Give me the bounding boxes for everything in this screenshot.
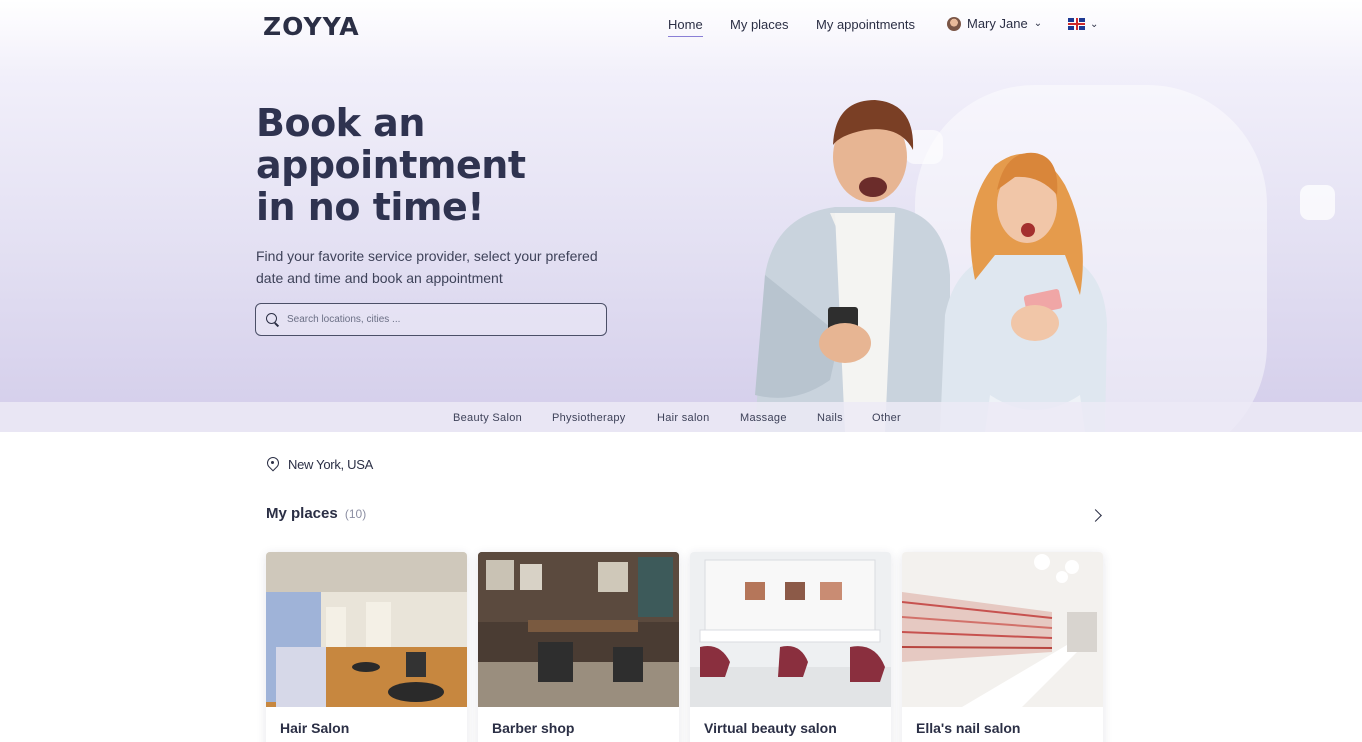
place-name: Barber shop [492,720,575,736]
place-card[interactable]: Ella's nail salon [902,552,1103,742]
headline-line: appointment [256,143,526,187]
place-name: Virtual beauty salon [704,720,837,736]
location-selector[interactable]: New York, USA [266,457,373,472]
category-other[interactable]: Other [872,412,901,424]
search-icon [266,313,279,326]
top-header: ZOYYA Home My places My appointments Mar… [0,0,1362,50]
category-nails[interactable]: Nails [817,412,843,424]
place-photo [690,552,891,707]
headline-line: in no time! [256,185,485,229]
headline-line: Book an [256,101,425,145]
category-beauty-salon[interactable]: Beauty Salon [453,412,522,424]
location-label: New York, USA [288,457,373,472]
hero-headline: Book an appointment in no time! [256,102,576,228]
search-bar[interactable] [255,303,607,336]
place-photo [266,552,467,707]
location-pin-icon [266,457,280,472]
section-title-text: My places [266,505,338,522]
nav-my-places[interactable]: My places [730,17,789,32]
place-card[interactable]: Barber shop [478,552,679,742]
hero-subtext: Find your favorite service provider, sel… [256,248,598,286]
category-hair-salon[interactable]: Hair salon [657,412,710,424]
user-menu[interactable]: Mary Jane ⌄ [947,16,1042,31]
place-name: Ella's nail salon [916,720,1021,736]
place-photo [478,552,679,707]
search-input[interactable] [287,314,587,325]
nav-my-appointments[interactable]: My appointments [816,17,915,32]
user-name: Mary Jane [967,16,1028,31]
chevron-right-icon[interactable] [1089,508,1103,524]
hero-people-illustration [755,100,1107,432]
decorative-square [1300,185,1335,220]
place-card[interactable]: Virtual beauty salon [690,552,891,742]
place-card[interactable]: Hair Salon [266,552,467,742]
category-massage[interactable]: Massage [740,412,787,424]
chevron-down-icon: ⌄ [1033,18,1043,29]
hero-section [0,0,1362,432]
category-strip: Beauty Salon Physiotherapy Hair salon Ma… [0,402,1362,432]
my-places-title: My places (10) [266,505,366,522]
place-name: Hair Salon [280,720,350,736]
category-physiotherapy[interactable]: Physiotherapy [552,412,626,424]
places-count: (10) [344,507,367,521]
place-photo [902,552,1103,707]
logo[interactable]: ZOYYA [263,12,360,41]
uk-flag-icon [1068,18,1085,30]
language-selector[interactable]: ⌄ [1068,18,1098,30]
avatar [947,16,961,31]
chevron-down-icon: ⌄ [1090,18,1099,30]
nav-home[interactable]: Home [668,17,703,37]
